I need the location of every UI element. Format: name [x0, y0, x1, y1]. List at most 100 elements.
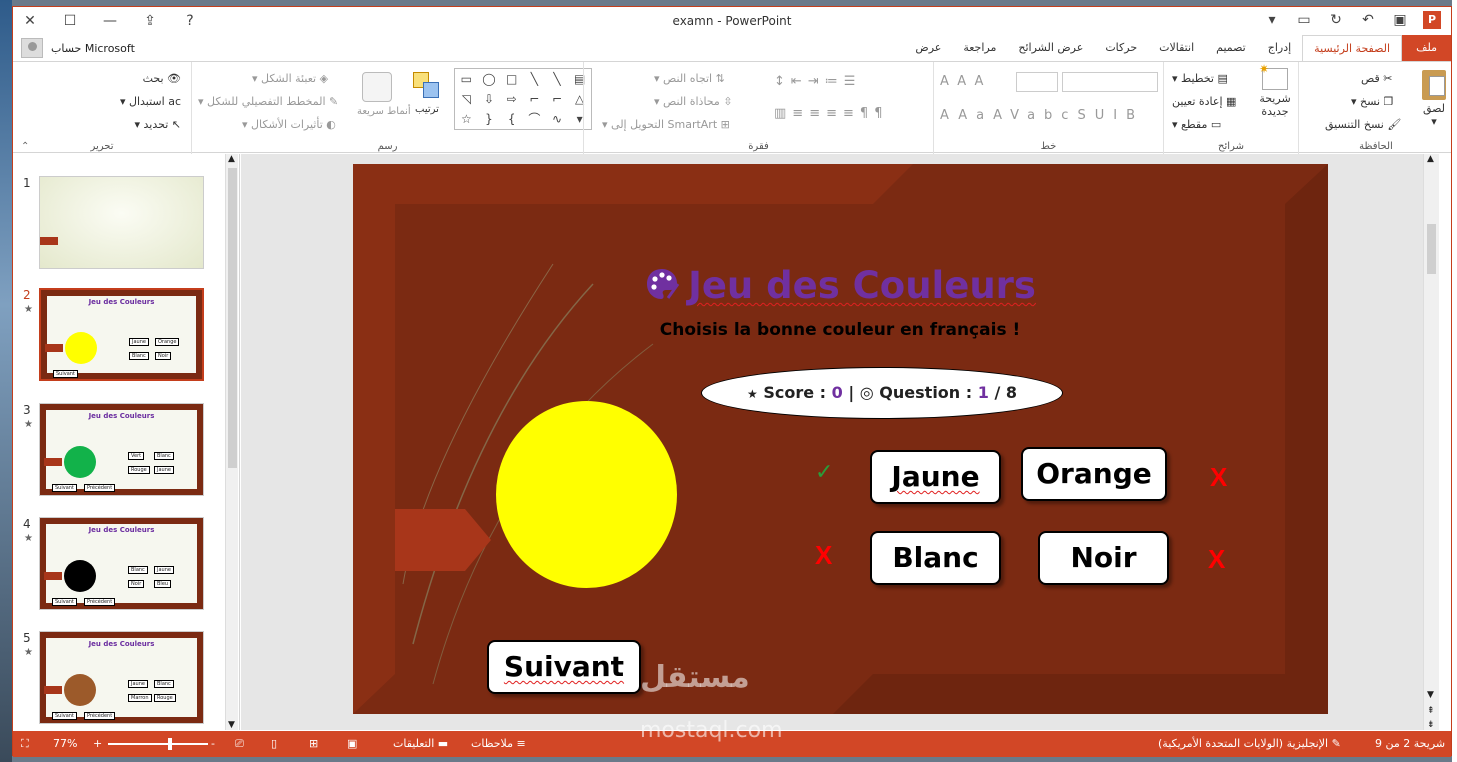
right-arrow-shape-icon[interactable]: ⇨ [500, 89, 523, 109]
copy-button[interactable]: ▾ نسخ ❐ [1351, 95, 1393, 108]
scroll-down-icon[interactable]: ▼ [228, 720, 235, 730]
tab-4[interactable]: انتقالات [1148, 35, 1205, 61]
language-indicator[interactable]: الإنجليزية (الولايات المتحدة الأمريكية) … [1158, 737, 1341, 750]
scroll-down-icon[interactable]: ▼ [1427, 690, 1434, 700]
tab-2[interactable]: إدراج [1257, 35, 1302, 61]
line-spacing-icon[interactable]: ↕ [774, 74, 791, 89]
brace-shape-icon[interactable]: } [478, 109, 501, 129]
curve-shape-icon[interactable]: ∿ [546, 109, 569, 129]
align-right-icon[interactable]: ≡ [843, 106, 860, 121]
answer-button-blanc[interactable]: Blanc [870, 531, 1001, 585]
answer-button-noir[interactable]: Noir [1038, 531, 1169, 585]
tab-7[interactable]: مراجعة [952, 35, 1007, 61]
shape-fill-button[interactable]: ▾ تعبئة الشكل ◈ [252, 72, 328, 85]
answer-button-jaune[interactable]: Jaune [870, 450, 1001, 504]
slide-thumbnail[interactable]: Jeu des Couleurs Blanc Jaune Noir Bleu Suivan… [39, 517, 204, 610]
slide-scrollbar[interactable]: ▲ ▼ ⇞ ⇟ [1423, 154, 1439, 730]
shapes-gallery[interactable]: ▭ ◯ □ ╲ ╲ ▤ ◹ ⇩ ⇨ ⌐ ⌐ △ ☆}{⌒ ∿ ▾ [454, 68, 592, 130]
slide-thumbnail[interactable]: Jeu des Couleurs Jaune Orange Blanc Noir Suiv… [39, 288, 204, 381]
scroll-up-icon[interactable]: ▲ [228, 154, 235, 164]
comments-button[interactable]: التعليقات ▬ [393, 737, 448, 750]
select-button[interactable]: ▾ تحديد ↖ [134, 118, 181, 131]
account-label[interactable]: حساب Microsoft [51, 42, 135, 55]
start-slideshow-icon[interactable]: ▭ [1295, 11, 1313, 29]
current-slide[interactable]: Jeu des Couleurs Choisis la bonne couleu… [353, 164, 1328, 714]
strikethrough-icon[interactable]: abc [1027, 108, 1077, 123]
quick-styles-button[interactable]: أنماط سريعة [357, 72, 411, 117]
zoom-in-icon[interactable]: + [93, 737, 102, 750]
next-slide-icon[interactable]: ⇟ [1427, 720, 1435, 730]
tab-3[interactable]: تصميم [1205, 35, 1257, 61]
slide-thumbnail[interactable] [39, 176, 204, 269]
rectangle-shape-icon[interactable]: ▭ [455, 69, 478, 89]
smartart-button[interactable]: ▾ التحويل إلى SmartArt ⊞ [602, 118, 730, 131]
answer-button-orange[interactable]: Orange [1021, 447, 1167, 501]
shape-effects-button[interactable]: ▾ تأثيرات الأشكال ◐ [242, 118, 336, 131]
text-direction-button[interactable]: ▾ اتجاه النص ⇅ [654, 72, 725, 85]
zoom-level[interactable]: 77% [53, 737, 77, 750]
scrollbar-thumb[interactable] [228, 168, 237, 468]
undo-icon[interactable]: ↶ [1359, 11, 1377, 29]
previous-slide-icon[interactable]: ⇞ [1427, 706, 1435, 716]
slide-thumbnail[interactable]: Jeu des Couleurs Jaune Blanc Marron Rouge Sui… [39, 631, 204, 724]
shape-icon[interactable]: ◹ [455, 89, 478, 109]
clear-formatting-icon[interactable]: A [940, 74, 957, 89]
align-left-icon[interactable]: ≡ [809, 106, 826, 121]
paste-button[interactable]: لصق ▾ [1417, 70, 1451, 128]
align-center-icon[interactable]: ≡ [826, 106, 843, 121]
outdent-icon[interactable]: ⇥ [808, 74, 825, 89]
normal-view-icon[interactable]: ▣ [347, 737, 357, 750]
shape-outline-button[interactable]: ▾ المخطط التفصيلي للشكل ✎ [198, 95, 338, 108]
slideshow-view-icon[interactable]: ⎚ [235, 737, 244, 751]
reading-view-icon[interactable]: ▯ [271, 737, 277, 750]
layout-button[interactable]: ▾ تخطيط ▤ [1172, 72, 1228, 85]
color-circle[interactable] [496, 401, 677, 588]
notes-button[interactable]: ملاحظات ≡ [471, 737, 526, 750]
line-shape-icon[interactable]: ╲ [546, 69, 569, 89]
arc-shape-icon[interactable]: ⌒ [523, 109, 546, 129]
scroll-up-icon[interactable]: ▲ [1427, 154, 1434, 164]
font-size-box[interactable] [1016, 72, 1058, 92]
square-shape-icon[interactable]: □ [500, 69, 523, 89]
font-color-icon[interactable]: A [940, 108, 958, 123]
tab-0[interactable]: ملف [1402, 35, 1451, 61]
numbering-icon[interactable]: ≔ [825, 74, 844, 89]
tab-5[interactable]: حركات [1094, 35, 1148, 61]
tab-8[interactable]: عرض [904, 35, 952, 61]
new-slide-button[interactable]: ✷ شريحة جديدة [1256, 63, 1294, 119]
cut-button[interactable]: قص ✂ [1361, 72, 1392, 85]
rtl-icon[interactable]: ¶ [860, 106, 874, 121]
indent-icon[interactable]: ⇤ [791, 74, 808, 89]
tab-6[interactable]: عرض الشرائح [1007, 35, 1094, 61]
star-shape-icon[interactable]: ☆ [455, 109, 478, 129]
format-painter-button[interactable]: نسخ التنسيق 🖌 [1325, 118, 1401, 131]
zoom-slider-knob[interactable] [168, 738, 172, 750]
repeat-icon[interactable]: ↻ [1327, 11, 1345, 29]
down-arrow-shape-icon[interactable]: ⇩ [478, 89, 501, 109]
find-button[interactable]: بحث 👁 [143, 72, 181, 85]
slide-sorter-icon[interactable]: ⊞ [309, 737, 318, 750]
columns-icon[interactable]: ▥ [774, 106, 792, 121]
line-shape-icon[interactable]: ╲ [523, 69, 546, 89]
tab-1[interactable]: الصفحة الرئيسية [1302, 35, 1403, 61]
char-spacing-icon[interactable]: AV [993, 108, 1027, 123]
next-button[interactable]: Suivant [487, 640, 641, 694]
save-icon[interactable]: ▣ [1391, 11, 1409, 29]
decrease-font-icon[interactable]: A [957, 74, 974, 89]
connector-shape-icon[interactable]: ⌐ [546, 89, 569, 109]
avatar[interactable] [21, 38, 43, 58]
reset-button[interactable]: إعادة تعيين ▦ [1172, 95, 1236, 108]
collapse-ribbon-icon[interactable]: ⌃ [21, 141, 29, 152]
brace-shape-icon[interactable]: { [500, 109, 523, 129]
customize-qat-icon[interactable]: ▾ [1263, 11, 1281, 29]
scrollbar-thumb[interactable] [1427, 224, 1436, 274]
arrange-button[interactable]: ترتيب [407, 72, 447, 115]
connector-shape-icon[interactable]: ⌐ [523, 89, 546, 109]
section-button[interactable]: ▾ مقطع ▭ [1172, 118, 1221, 131]
increase-font-icon[interactable]: A [975, 74, 992, 89]
fit-slide-icon[interactable]: ⛶ [21, 737, 29, 751]
justify-icon[interactable]: ≡ [792, 106, 809, 121]
italic-icon[interactable]: I [1113, 108, 1126, 123]
account-area[interactable]: حساب Microsoft [21, 38, 135, 58]
zoom-out-icon[interactable]: - [211, 737, 215, 750]
